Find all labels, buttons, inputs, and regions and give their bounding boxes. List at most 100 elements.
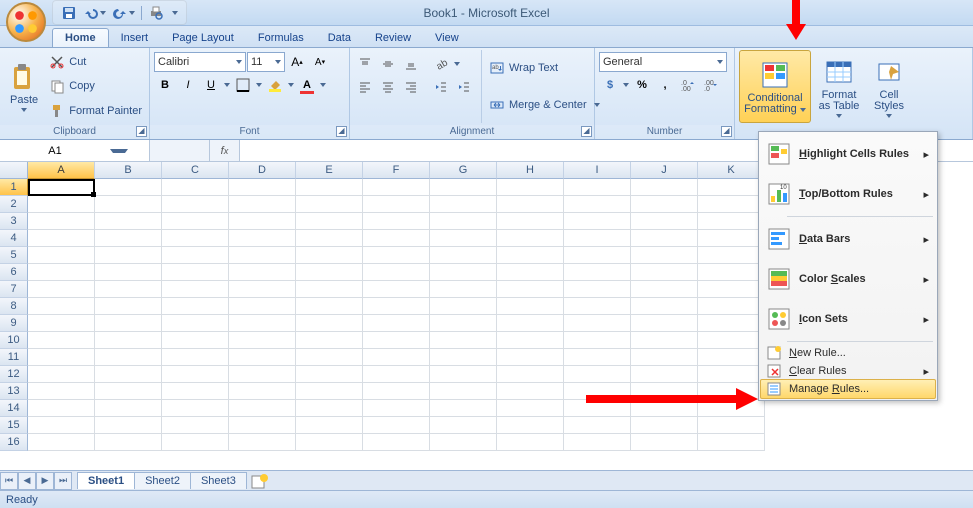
cell[interactable]: [631, 366, 698, 383]
cell[interactable]: [497, 366, 564, 383]
cell[interactable]: [430, 196, 497, 213]
cell[interactable]: [95, 230, 162, 247]
cell[interactable]: [28, 281, 95, 298]
row-header-9[interactable]: 9: [0, 315, 28, 332]
col-header-D[interactable]: D: [229, 162, 296, 179]
cell[interactable]: [497, 383, 564, 400]
align-top-button[interactable]: [354, 54, 376, 74]
cell[interactable]: [363, 213, 430, 230]
cell[interactable]: [162, 315, 229, 332]
clipboard-launcher[interactable]: ◢: [136, 126, 147, 137]
cell[interactable]: [296, 434, 363, 451]
cell[interactable]: [631, 349, 698, 366]
cell[interactable]: [631, 417, 698, 434]
cell[interactable]: [95, 281, 162, 298]
decrease-indent-button[interactable]: [430, 77, 452, 97]
align-right-button[interactable]: [400, 77, 422, 97]
cell[interactable]: [162, 298, 229, 315]
cell[interactable]: [430, 179, 497, 196]
cell[interactable]: [631, 298, 698, 315]
cell[interactable]: [162, 196, 229, 213]
cell-styles-button[interactable]: Cell Styles: [867, 50, 911, 123]
cell[interactable]: [296, 417, 363, 434]
cell[interactable]: [229, 383, 296, 400]
cell[interactable]: [162, 179, 229, 196]
cf-highlight-cells-rules[interactable]: Highlight Cells Rules ▸: [761, 134, 935, 174]
cell[interactable]: [564, 213, 631, 230]
cell[interactable]: [631, 264, 698, 281]
cell[interactable]: [95, 417, 162, 434]
name-box[interactable]: [0, 140, 150, 161]
cell[interactable]: [430, 434, 497, 451]
cell[interactable]: [229, 332, 296, 349]
cell[interactable]: [296, 247, 363, 264]
col-header-C[interactable]: C: [162, 162, 229, 179]
number-launcher[interactable]: ◢: [721, 126, 732, 137]
fill-color-dd[interactable]: [287, 75, 295, 95]
cell[interactable]: [430, 230, 497, 247]
cell[interactable]: [698, 349, 765, 366]
cell[interactable]: [162, 213, 229, 230]
row-header-10[interactable]: 10: [0, 332, 28, 349]
col-header-J[interactable]: J: [631, 162, 698, 179]
cell[interactable]: [296, 366, 363, 383]
fx-icon[interactable]: fx: [210, 140, 240, 161]
row-header-6[interactable]: 6: [0, 264, 28, 281]
cell[interactable]: [28, 434, 95, 451]
cell[interactable]: [28, 230, 95, 247]
cell[interactable]: [430, 383, 497, 400]
increase-indent-button[interactable]: [453, 77, 475, 97]
sheet-tab-3[interactable]: Sheet3: [190, 472, 247, 489]
sheet-nav-next[interactable]: ▶: [36, 472, 54, 490]
cf-clear-rules[interactable]: Clear Rules ▸: [761, 362, 935, 380]
bold-button[interactable]: B: [154, 75, 176, 95]
italic-button[interactable]: I: [177, 75, 199, 95]
row-header-13[interactable]: 13: [0, 383, 28, 400]
row-header-11[interactable]: 11: [0, 349, 28, 366]
cell[interactable]: [95, 434, 162, 451]
cell[interactable]: [363, 247, 430, 264]
cell[interactable]: [296, 264, 363, 281]
col-header-H[interactable]: H: [497, 162, 564, 179]
cell[interactable]: [698, 179, 765, 196]
row-header-16[interactable]: 16: [0, 434, 28, 451]
tab-insert[interactable]: Insert: [109, 29, 161, 47]
underline-button[interactable]: U: [200, 75, 222, 95]
cell[interactable]: [95, 264, 162, 281]
cell[interactable]: [430, 213, 497, 230]
cell[interactable]: [162, 264, 229, 281]
cell[interactable]: [631, 434, 698, 451]
cell[interactable]: [363, 315, 430, 332]
merge-center-button[interactable]: Merge & Center: [486, 96, 603, 114]
cell[interactable]: [28, 349, 95, 366]
cell[interactable]: [430, 366, 497, 383]
cell[interactable]: [497, 298, 564, 315]
align-left-button[interactable]: [354, 77, 376, 97]
cell[interactable]: [430, 332, 497, 349]
font-launcher[interactable]: ◢: [336, 126, 347, 137]
cell[interactable]: [363, 332, 430, 349]
cell[interactable]: [296, 315, 363, 332]
accounting-format-button[interactable]: $: [599, 75, 621, 95]
increase-decimal-button[interactable]: .0.00: [677, 75, 699, 95]
tab-view[interactable]: View: [423, 29, 471, 47]
sheet-nav-last[interactable]: ⏭: [54, 472, 72, 490]
orientation-button[interactable]: ab: [430, 54, 452, 74]
cell[interactable]: [28, 179, 95, 196]
tab-page-layout[interactable]: Page Layout: [160, 29, 246, 47]
cell[interactable]: [229, 400, 296, 417]
cell[interactable]: [95, 383, 162, 400]
cell[interactable]: [162, 383, 229, 400]
cell[interactable]: [564, 247, 631, 264]
cell[interactable]: [698, 434, 765, 451]
tab-review[interactable]: Review: [363, 29, 423, 47]
qat-undo[interactable]: [83, 5, 106, 21]
cell[interactable]: [229, 230, 296, 247]
cell[interactable]: [564, 230, 631, 247]
cell[interactable]: [95, 349, 162, 366]
row-header-4[interactable]: 4: [0, 230, 28, 247]
cell[interactable]: [564, 298, 631, 315]
cell[interactable]: [430, 264, 497, 281]
name-box-input[interactable]: [0, 145, 110, 157]
cell[interactable]: [296, 298, 363, 315]
